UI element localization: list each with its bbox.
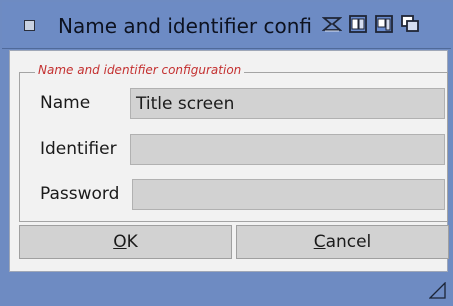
snapshot-icon[interactable] xyxy=(400,14,420,34)
identifier-field[interactable] xyxy=(130,134,445,165)
ok-mnemonic: O xyxy=(113,232,127,252)
name-label: Name xyxy=(40,93,91,113)
dialog-content: Name and identifier configuration Name T… xyxy=(9,50,449,272)
ok-button[interactable]: OK xyxy=(19,225,232,259)
cancel-button[interactable]: Cancel xyxy=(236,225,449,259)
password-field[interactable] xyxy=(132,179,445,210)
window: Name and identifier confi Name and ident… xyxy=(0,0,453,306)
cancel-mnemonic: C xyxy=(313,232,326,252)
window-title: Name and identifier confi xyxy=(58,14,312,38)
ok-label-rest: K xyxy=(126,232,138,252)
password-label: Password xyxy=(40,184,120,204)
depth-icon[interactable] xyxy=(322,14,342,34)
zoom-icon[interactable] xyxy=(348,14,368,34)
group-legend: Name and identifier configuration xyxy=(35,63,245,77)
resize-grip-icon[interactable] xyxy=(428,281,446,299)
config-group: Name and identifier configuration Name T… xyxy=(19,63,448,222)
identifier-label: Identifier xyxy=(40,139,117,159)
cancel-label-rest: ancel xyxy=(325,232,372,252)
close-box-icon[interactable] xyxy=(24,20,35,31)
name-field[interactable]: Title screen xyxy=(130,88,445,119)
iconify-icon[interactable] xyxy=(374,14,394,34)
title-bar[interactable]: Name and identifier confi xyxy=(2,2,451,49)
